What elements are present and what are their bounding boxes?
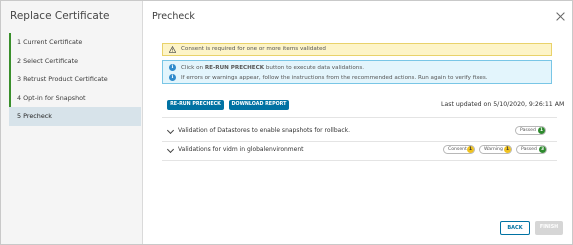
info-alert: i i Click on RE-RUN PRECHECK button to e… — [162, 60, 552, 84]
info-line-1: Click on RE-RUN PRECHECK button to execu… — [181, 65, 365, 71]
warning-triangle-icon — [169, 46, 176, 53]
step-retrust-product-certificate[interactable]: 3 Retrust Product Certificate — [9, 70, 141, 89]
step-precheck[interactable]: 5 Precheck — [9, 107, 141, 126]
last-updated: Last updated on 5/10/2020, 9:26:11 AM — [441, 101, 565, 108]
warning-badge: Warning 1 — [479, 145, 512, 154]
chevron-down-icon[interactable] — [166, 126, 175, 135]
back-button[interactable]: BACK — [500, 221, 530, 235]
page-title: Precheck — [152, 11, 195, 22]
warning-count: 1 — [504, 146, 511, 153]
wizard-title: Replace Certificate — [10, 10, 110, 22]
step-opt-in-snapshot[interactable]: 4 Opt-in for Snapshot — [9, 88, 141, 107]
validation-row[interactable]: Validations for vidm in globalenvironmen… — [162, 141, 557, 160]
passed-badge: Passed 3 — [516, 145, 547, 154]
wizard-steps: 1 Current Certificate 2 Select Certifica… — [9, 33, 141, 126]
passed-count: 3 — [539, 146, 546, 153]
last-updated-value: 5/10/2020, 9:26:11 AM — [493, 101, 565, 108]
rerun-precheck-button[interactable]: RE-RUN PRECHECK — [167, 100, 224, 110]
consent-count: 1 — [467, 146, 474, 153]
consent-warning-alert: Consent is required for one or more item… — [162, 43, 552, 56]
info-line-2: If errors or warnings appear, follow the… — [181, 75, 488, 81]
wizard-dialog: Replace Certificate 1 Current Certificat… — [0, 0, 573, 245]
step-select-certificate[interactable]: 2 Select Certificate — [9, 51, 141, 70]
finish-button[interactable]: FINISH — [535, 221, 563, 235]
divider — [162, 117, 557, 118]
warning-text: Consent is required for one or more item… — [181, 46, 326, 52]
passed-badge: Passed 1 — [515, 126, 546, 135]
passed-count: 1 — [538, 127, 545, 134]
download-report-button[interactable]: DOWNLOAD REPORT — [229, 100, 289, 110]
validation-row[interactable]: Validation of Datastores to enable snaps… — [162, 122, 557, 141]
validation-label: Validation of Datastores to enable snaps… — [178, 127, 350, 134]
divider — [162, 160, 557, 161]
info-circle-icon: i — [169, 64, 176, 71]
validation-label: Validations for vidm in globalenvironmen… — [178, 146, 304, 153]
info-rerun-keyword: RE-RUN PRECHECK — [204, 65, 265, 71]
chevron-down-icon[interactable] — [166, 145, 175, 154]
wizard-sidebar: Replace Certificate 1 Current Certificat… — [1, 1, 143, 244]
step-current-certificate[interactable]: 1 Current Certificate — [9, 33, 141, 52]
info-circle-icon: i — [169, 74, 176, 81]
consent-badge: Consent 1 — [443, 145, 475, 154]
close-icon[interactable] — [556, 12, 565, 21]
